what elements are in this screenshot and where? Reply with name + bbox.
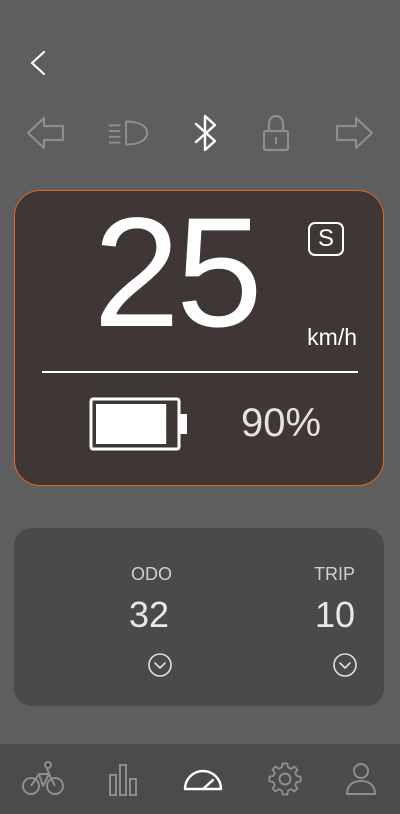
trip-label: TRIP bbox=[314, 564, 356, 584]
trip-expand-button[interactable] bbox=[332, 652, 358, 678]
nav-profile[interactable] bbox=[336, 756, 386, 802]
battery-icon bbox=[89, 397, 187, 451]
nav-dashboard[interactable] bbox=[178, 756, 228, 802]
divider bbox=[42, 371, 358, 373]
trip-value: 10 bbox=[315, 594, 356, 635]
battery-fill bbox=[96, 404, 167, 444]
odo-expand-button[interactable] bbox=[147, 652, 173, 678]
odo-label: ODO bbox=[131, 564, 173, 584]
chevron-left-icon bbox=[30, 50, 46, 76]
speedometer-icon bbox=[183, 769, 223, 791]
arrow-left-icon bbox=[26, 116, 65, 150]
bluetooth-icon bbox=[194, 114, 217, 152]
bike-icon bbox=[22, 761, 64, 795]
speed-unit: km/h bbox=[307, 324, 357, 350]
battery-percentage: 90% bbox=[241, 401, 322, 445]
headlight-icon bbox=[108, 120, 149, 146]
gear-icon bbox=[268, 762, 302, 796]
lock-button[interactable] bbox=[253, 108, 299, 158]
speed-value: 25 bbox=[93, 186, 263, 360]
right-turn-signal-button[interactable] bbox=[331, 108, 377, 158]
back-button[interactable] bbox=[22, 46, 54, 80]
odo-value: 32 bbox=[129, 594, 170, 635]
odometer-card: ODO 32 TRIP 10 bbox=[14, 528, 384, 706]
headlight-button[interactable] bbox=[105, 108, 151, 158]
status-icons-row bbox=[0, 108, 400, 158]
nav-settings[interactable] bbox=[260, 756, 310, 802]
nav-ride[interactable] bbox=[18, 756, 68, 802]
bar-chart-icon bbox=[109, 764, 137, 796]
lock-icon bbox=[262, 114, 290, 152]
nav-stats[interactable] bbox=[98, 756, 148, 802]
bluetooth-button[interactable] bbox=[183, 108, 229, 158]
mode-badge[interactable]: S bbox=[308, 222, 344, 256]
arrow-right-icon bbox=[335, 116, 374, 150]
speed-card: 25 S km/h 90% bbox=[14, 190, 384, 486]
bottom-nav bbox=[0, 744, 400, 814]
left-turn-signal-button[interactable] bbox=[23, 108, 69, 158]
user-icon bbox=[346, 763, 376, 795]
